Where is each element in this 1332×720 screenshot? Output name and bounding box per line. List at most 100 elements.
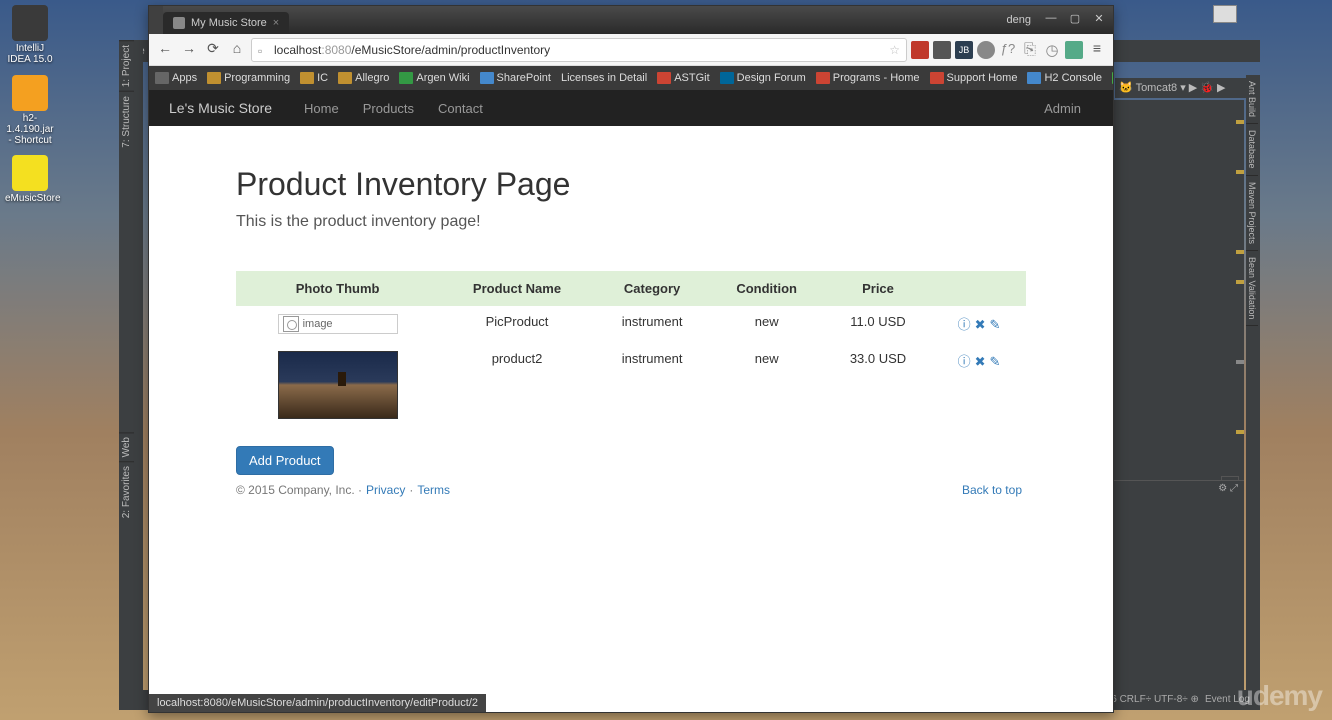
udemy-watermark: udemy	[1237, 680, 1322, 712]
site-navbar: Le's Music Store Home Products Contact A…	[149, 90, 1113, 126]
main-container: Product Inventory Page This is the produ…	[236, 126, 1026, 517]
delete-icon[interactable]: ✖	[975, 354, 986, 369]
bookmark-apps[interactable]: Apps	[155, 72, 197, 84]
ext-icon[interactable]: ⎘	[1021, 41, 1039, 59]
edit-icon[interactable]: ✎	[990, 354, 1001, 369]
ide-tab-web[interactable]: Web	[119, 432, 134, 461]
browser-window: My Music Store × deng — ▢ ✕ ← → ⟳ ⌂ ▫ lo…	[148, 5, 1114, 713]
page-info-icon[interactable]: ▫	[258, 44, 270, 56]
th-actions	[932, 271, 1026, 306]
th-category: Category	[595, 271, 710, 306]
address-bar[interactable]: ▫ localhost:8080/eMusicStore/admin/produ…	[251, 38, 907, 62]
desktop-icon-h2jar[interactable]: h2-1.4.190.jar - Shortcut	[5, 75, 55, 146]
ide-tab-favorites[interactable]: 2: Favorites	[119, 461, 134, 522]
desktop-icon-label: IntelliJ IDEA 15.0	[7, 43, 52, 65]
edit-icon[interactable]: ✎	[990, 317, 1001, 332]
ide-tab-beanvalidation[interactable]: Bean Validation	[1246, 251, 1258, 326]
ext-icon[interactable]	[911, 41, 929, 59]
delete-icon[interactable]: ✖	[975, 317, 986, 332]
bookmark-item[interactable]: Programming	[207, 72, 290, 84]
bookmark-item[interactable]: eMusic	[1112, 72, 1113, 84]
ide-tab-antbuild[interactable]: Ant Build	[1246, 75, 1258, 124]
ext-icon[interactable]: ◷	[1043, 41, 1061, 59]
bookmark-item[interactable]: Argen Wiki	[399, 72, 469, 84]
info-icon[interactable]: ⓘ	[958, 317, 971, 332]
window-close-icon[interactable]: ✕	[1089, 12, 1109, 28]
bookmark-item[interactable]: Programs - Home	[816, 72, 920, 84]
table-header-row: Photo Thumb Product Name Category Condit…	[236, 271, 1026, 306]
ext-icon[interactable]	[977, 41, 995, 59]
brand[interactable]: Le's Music Store	[169, 100, 272, 116]
browser-status-link: localhost:8080/eMusicStore/admin/product…	[149, 694, 486, 712]
bookmark-item[interactable]: Support Home	[930, 72, 1018, 84]
footer-privacy-link[interactable]: Privacy	[366, 483, 405, 497]
ide-left-toolstrip[interactable]: 1: Project 7: Structure Web 2: Favorites	[119, 40, 143, 710]
bookmark-item[interactable]: IC	[300, 72, 328, 84]
ide-right-gutter	[1114, 100, 1244, 690]
bookmarks-bar: Apps Programming IC Allegro Argen Wiki S…	[149, 66, 1113, 90]
add-product-button[interactable]: Add Product	[236, 446, 334, 475]
ext-icon[interactable]: JB	[955, 41, 973, 59]
url-host: localhost	[274, 43, 321, 57]
desktop-icon-emusicstore[interactable]: eMusicStore	[5, 155, 55, 204]
ide-right-toolstrip[interactable]: Ant Build Database Maven Projects Bean V…	[1246, 75, 1260, 690]
tab-close-icon[interactable]: ×	[273, 17, 279, 29]
desktop-tray-icon[interactable]	[1213, 5, 1237, 23]
nav-home[interactable]: Home	[292, 101, 351, 116]
bookmark-item[interactable]: Allegro	[338, 72, 389, 84]
page-footer: © 2015 Company, Inc. · Privacy · Terms B…	[236, 483, 1026, 497]
ide-tab-project[interactable]: 1: Project	[119, 40, 134, 91]
back-to-top-link[interactable]: Back to top	[962, 483, 1022, 497]
browser-user[interactable]: deng	[1001, 14, 1037, 26]
window-minimize-icon[interactable]: —	[1041, 12, 1061, 28]
desktop-icon-intellij[interactable]: IntelliJ IDEA 15.0	[5, 5, 55, 65]
cell-category: instrument	[595, 343, 710, 430]
th-condition: Condition	[709, 271, 824, 306]
page-viewport: Le's Music Store Home Products Contact A…	[149, 90, 1113, 712]
ide-tab-structure[interactable]: 7: Structure	[119, 91, 134, 152]
ide-tab-maven[interactable]: Maven Projects	[1246, 176, 1258, 251]
bookmark-item[interactable]: Licenses in Detail	[561, 72, 647, 84]
reload-button[interactable]: ⟳	[203, 40, 223, 60]
home-button[interactable]: ⌂	[227, 40, 247, 60]
nav-products[interactable]: Products	[351, 101, 426, 116]
cell-condition: new	[709, 343, 824, 430]
url-path: /eMusicStore/admin/productInventory	[351, 43, 550, 57]
th-photo: Photo Thumb	[236, 271, 439, 306]
product-thumb-broken: image	[278, 314, 398, 334]
cell-category: instrument	[595, 306, 710, 343]
nav-admin[interactable]: Admin	[1032, 101, 1093, 116]
inventory-table: Photo Thumb Product Name Category Condit…	[236, 271, 1026, 430]
browser-titlebar: My Music Store × deng — ▢ ✕	[149, 6, 1113, 34]
menu-icon[interactable]: ≡	[1087, 40, 1107, 60]
page-title: Product Inventory Page	[236, 166, 1026, 203]
broken-image-icon	[283, 316, 299, 332]
ide-bottom-toolbar[interactable]: ⚙ ⤢	[1114, 480, 1244, 498]
ide-run-config[interactable]: 🐱 Tomcat8 ▾ ▶ 🐞 ▶	[1115, 78, 1260, 98]
ext-icon[interactable]	[1065, 41, 1083, 59]
th-name: Product Name	[439, 271, 595, 306]
table-row: image PicProduct instrument new 11.0 USD…	[236, 306, 1026, 343]
bookmark-item[interactable]: Design Forum	[720, 72, 806, 84]
bookmark-item[interactable]: H2 Console	[1027, 72, 1101, 84]
cell-price: 11.0 USD	[824, 306, 932, 343]
product-thumb-image	[278, 351, 398, 419]
footer-terms-link[interactable]: Terms	[417, 483, 450, 497]
back-button[interactable]: ←	[155, 40, 175, 60]
bookmark-item[interactable]: ASTGit	[657, 72, 709, 84]
ext-icon[interactable]	[933, 41, 951, 59]
info-icon[interactable]: ⓘ	[958, 354, 971, 369]
ext-icon[interactable]: ƒ?	[999, 41, 1017, 59]
forward-button[interactable]: →	[179, 40, 199, 60]
favicon-icon	[173, 17, 185, 29]
desktop-icon-label: eMusicStore	[5, 193, 61, 204]
browser-toolbar: ← → ⟳ ⌂ ▫ localhost:8080/eMusicStore/adm…	[149, 34, 1113, 66]
tab-title: My Music Store	[191, 17, 267, 29]
page-lead: This is the product inventory page!	[236, 213, 1026, 231]
window-maximize-icon[interactable]: ▢	[1065, 12, 1085, 28]
browser-tab[interactable]: My Music Store ×	[163, 12, 289, 34]
bookmark-star-icon[interactable]: ☆	[889, 43, 900, 57]
ide-tab-database[interactable]: Database	[1246, 124, 1258, 176]
nav-contact[interactable]: Contact	[426, 101, 495, 116]
bookmark-item[interactable]: SharePoint	[480, 72, 551, 84]
